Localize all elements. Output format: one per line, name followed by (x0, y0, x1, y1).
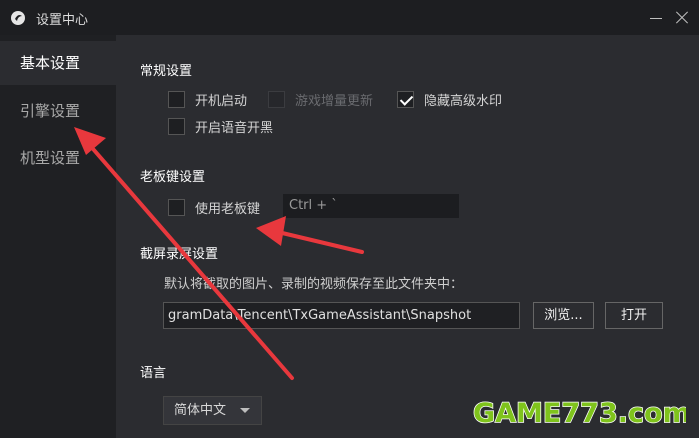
voice-chat-checkbox[interactable] (168, 117, 185, 135)
sidebar-item-basic-settings[interactable]: 基本设置 (0, 41, 116, 85)
autostart-checkbox[interactable] (168, 90, 185, 108)
chevron-down-icon (240, 408, 250, 413)
site-watermark: GAME773.com (472, 397, 686, 430)
boss-key-title: 老板键设置 (140, 170, 206, 185)
autostart-label: 开机启动 (195, 93, 248, 109)
voice-chat-label: 开启语音开黑 (195, 120, 274, 136)
language-select[interactable]: 简体中文 (163, 396, 262, 425)
option-incremental-update[interactable]: 游戏增量更新 (268, 89, 373, 109)
language-title: 语言 (140, 366, 167, 381)
screenshot-folder-description: 默认将截取的图片、录制的视频保存至此文件夹中： (164, 277, 464, 292)
hide-watermark-label: 隐藏高级水印 (424, 93, 503, 109)
boss-key-hotkey-input[interactable]: Ctrl + ` (283, 194, 459, 218)
incremental-update-checkbox[interactable] (268, 90, 285, 108)
sidebar: 基本设置 引擎设置 机型设置 (0, 35, 116, 438)
app-logo-icon (11, 11, 25, 25)
minimize-button[interactable] (646, 8, 666, 28)
option-autostart[interactable]: 开机启动 (168, 89, 247, 109)
window-title: 设置中心 (36, 13, 89, 28)
watermark-text: GAME773.com (473, 398, 686, 429)
sidebar-item-device-settings[interactable]: 机型设置 (0, 136, 116, 180)
arrow-to-boss-key (256, 216, 364, 254)
incremental-update-label: 游戏增量更新 (295, 93, 374, 109)
option-hide-watermark[interactable]: 隐藏高级水印 (397, 89, 502, 109)
browse-button[interactable]: 浏览... (533, 302, 594, 329)
close-button[interactable] (672, 8, 692, 28)
screenshot-settings-title: 截屏录屏设置 (140, 247, 219, 262)
hide-watermark-checkbox[interactable] (397, 90, 414, 108)
option-voice-chat[interactable]: 开启语音开黑 (168, 116, 273, 136)
boss-key-label: 使用老板键 (195, 201, 261, 217)
open-folder-button[interactable]: 打开 (605, 302, 663, 329)
language-select-value: 简体中文 (174, 403, 227, 418)
boss-key-checkbox[interactable] (168, 198, 185, 216)
title-bar: 设置中心 (0, 0, 699, 35)
screenshot-path-input[interactable]: gramData\Tencent\TxGameAssistant\Snapsho… (163, 302, 520, 329)
sidebar-item-engine-settings[interactable]: 引擎设置 (0, 89, 116, 133)
option-boss-key[interactable]: 使用老板键 (168, 197, 260, 217)
general-settings-title: 常规设置 (140, 64, 193, 79)
